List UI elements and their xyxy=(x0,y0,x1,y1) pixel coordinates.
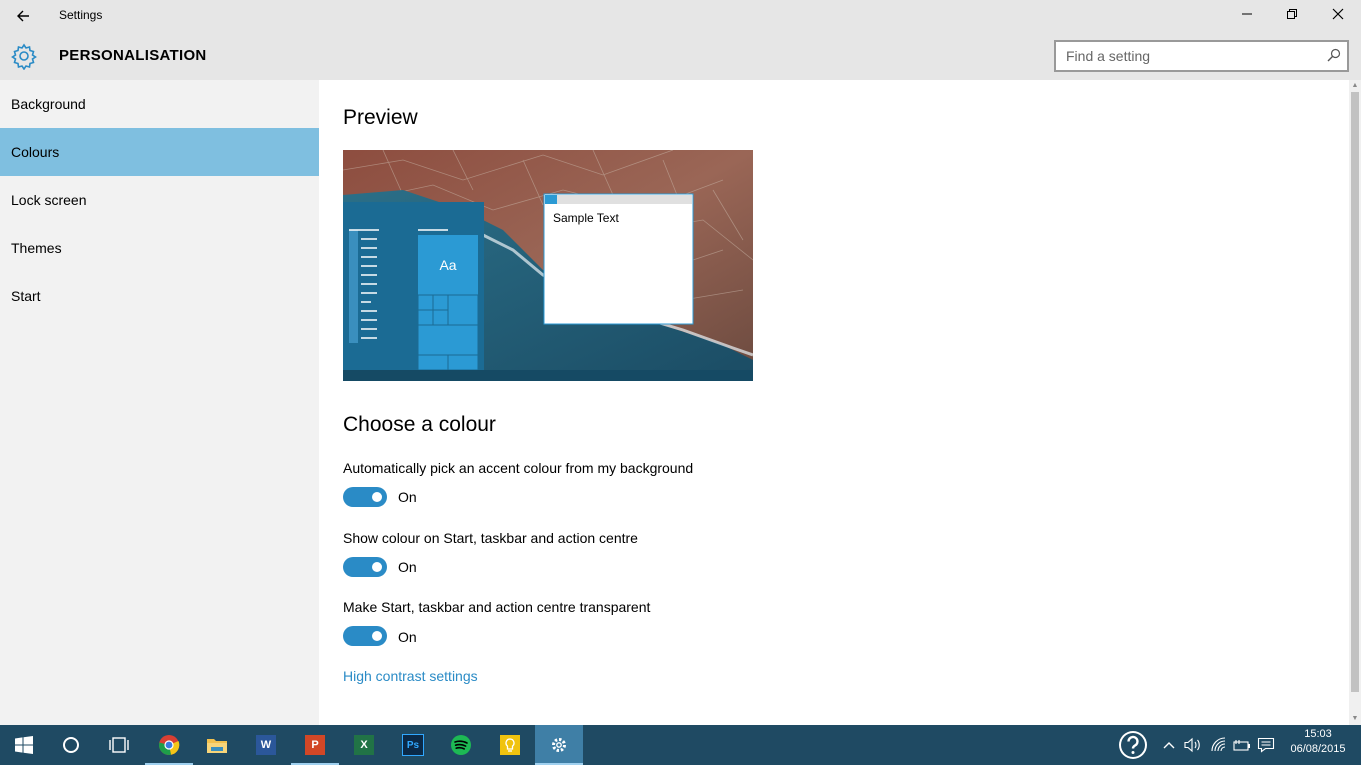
page-title: PERSONALISATION xyxy=(59,47,207,64)
wifi-icon xyxy=(1211,737,1226,752)
cortana-button[interactable] xyxy=(47,725,95,765)
sidebar-item-background[interactable]: Background xyxy=(0,80,319,128)
file-explorer-icon xyxy=(207,739,227,753)
preview-sample-text: Sample Text xyxy=(553,211,619,225)
settings-icon xyxy=(552,738,566,752)
sidebar-item-colours[interactable]: Colours xyxy=(0,128,319,176)
close-icon xyxy=(1332,8,1344,20)
back-arrow-icon xyxy=(17,10,29,22)
toggle-knob xyxy=(372,562,382,572)
preview-heading: Preview xyxy=(343,106,418,129)
preview-tile-label: Aa xyxy=(439,257,457,273)
powerpoint-icon: P xyxy=(305,735,325,755)
taskbar-excel[interactable]: X xyxy=(340,725,388,765)
search-input[interactable] xyxy=(1056,42,1326,70)
minimize-icon xyxy=(1242,13,1252,15)
task-view-button[interactable] xyxy=(95,725,143,765)
spotify-icon xyxy=(451,735,471,755)
minimize-button[interactable] xyxy=(1224,0,1270,32)
scrollbar[interactable]: ▲ ▼ xyxy=(1349,80,1361,725)
network-button[interactable] xyxy=(1208,725,1230,765)
show-colour-state: On xyxy=(398,559,417,575)
transparent-toggle[interactable] xyxy=(343,626,387,646)
auto-accent-state: On xyxy=(398,489,417,505)
restore-button[interactable] xyxy=(1269,0,1315,32)
chevron-up-icon xyxy=(1163,742,1175,749)
scroll-up-arrow-icon[interactable]: ▲ xyxy=(1349,80,1361,92)
taskbar-word[interactable]: W xyxy=(242,725,290,765)
clock[interactable]: 15:03 06/08/2015 xyxy=(1282,727,1354,757)
auto-accent-toggle[interactable] xyxy=(343,487,387,507)
action-centre-button[interactable] xyxy=(1255,725,1277,765)
taskbar-tips[interactable] xyxy=(486,725,534,765)
search-icon[interactable] xyxy=(1327,48,1341,62)
clock-date: 06/08/2015 xyxy=(1290,743,1346,755)
taskbar-spotify[interactable] xyxy=(437,725,485,765)
sidebar-item-label: Background xyxy=(11,96,86,112)
tips-icon xyxy=(500,735,520,755)
word-icon: W xyxy=(256,735,276,755)
taskbar: W P X Ps 15:03 06/08/2015 xyxy=(0,725,1361,765)
taskbar-powerpoint[interactable]: P xyxy=(291,725,339,765)
show-colour-label: Show colour on Start, taskbar and action… xyxy=(343,530,638,546)
battery-plug-icon xyxy=(1233,740,1250,751)
main-content: Preview Aa Sample Text Choose a colour A… xyxy=(319,80,1349,725)
taskbar-chrome[interactable] xyxy=(145,725,193,765)
sidebar-item-label: Start xyxy=(11,288,41,304)
show-hidden-icons-button[interactable] xyxy=(1160,725,1178,765)
help-icon xyxy=(1119,731,1147,759)
action-centre-icon xyxy=(1257,737,1275,753)
sidebar-item-themes[interactable]: Themes xyxy=(0,224,319,272)
start-button[interactable] xyxy=(0,725,48,765)
clock-time: 15:03 xyxy=(1304,728,1332,740)
gear-icon xyxy=(11,43,37,70)
transparent-state: On xyxy=(398,629,417,645)
volume-button[interactable] xyxy=(1182,725,1204,765)
taskbar-settings[interactable] xyxy=(535,725,583,765)
back-button[interactable] xyxy=(10,6,36,26)
window-title: Settings xyxy=(59,8,103,22)
toggle-knob xyxy=(372,631,382,641)
sidebar-item-label: Lock screen xyxy=(11,192,87,208)
start-icon xyxy=(15,736,33,754)
auto-accent-label: Automatically pick an accent colour from… xyxy=(343,460,694,476)
show-colour-toggle[interactable] xyxy=(343,557,387,577)
title-bar: Settings xyxy=(0,0,1361,32)
transparent-label: Make Start, taskbar and action centre tr… xyxy=(343,599,651,615)
search-box[interactable] xyxy=(1054,40,1349,72)
chrome-icon xyxy=(158,735,180,756)
toggle-knob xyxy=(372,492,382,502)
preview-image xyxy=(343,150,753,381)
sidebar-item-label: Colours xyxy=(11,144,60,160)
volume-icon xyxy=(1184,737,1200,753)
excel-icon: X xyxy=(354,735,374,755)
scroll-down-arrow-icon[interactable]: ▼ xyxy=(1349,713,1361,725)
help-button[interactable] xyxy=(1117,725,1149,765)
sidebar: Background Colours Lock screen Themes St… xyxy=(0,80,319,725)
sidebar-item-lock-screen[interactable]: Lock screen xyxy=(0,176,319,224)
cortana-icon xyxy=(63,737,79,753)
task-view-icon xyxy=(109,737,129,753)
page-header: PERSONALISATION xyxy=(0,32,1361,80)
photoshop-icon: Ps xyxy=(402,734,424,756)
scroll-thumb[interactable] xyxy=(1351,92,1359,692)
close-button[interactable] xyxy=(1315,0,1361,32)
taskbar-photoshop[interactable]: Ps xyxy=(389,725,437,765)
restore-icon xyxy=(1287,9,1297,19)
battery-button[interactable] xyxy=(1231,725,1253,765)
sidebar-item-label: Themes xyxy=(11,240,62,256)
choose-colour-heading: Choose a colour xyxy=(343,413,496,436)
colour-preview: Aa Sample Text xyxy=(343,150,753,381)
high-contrast-link[interactable]: High contrast settings xyxy=(343,668,478,684)
taskbar-file-explorer[interactable] xyxy=(193,725,241,765)
sidebar-item-start[interactable]: Start xyxy=(0,272,319,320)
